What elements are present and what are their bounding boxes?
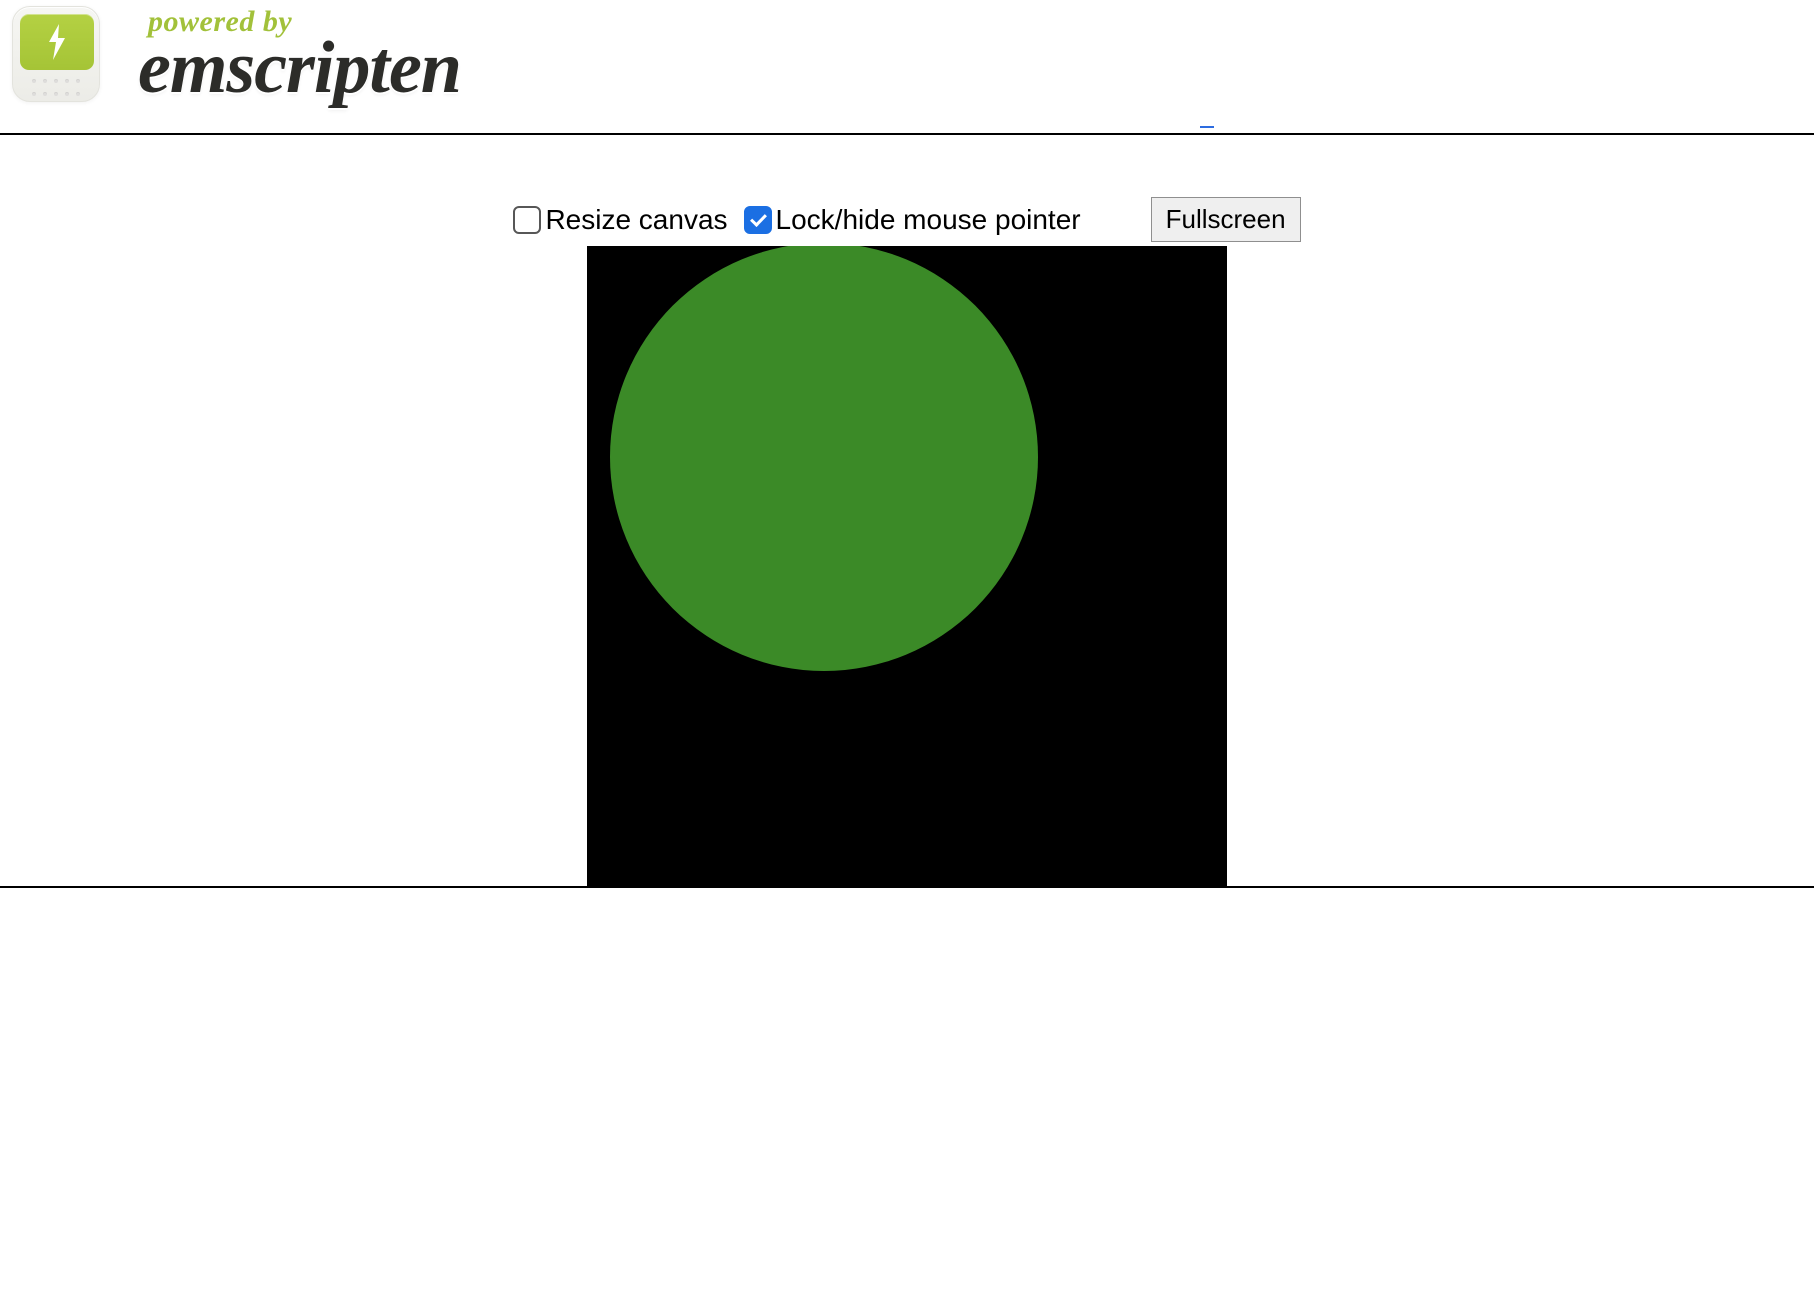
loading-indicator <box>0 115 1814 133</box>
resize-canvas-checkbox[interactable] <box>513 206 541 234</box>
controls-row: Resize canvas Lock/hide mouse pointer Fu… <box>0 197 1814 242</box>
fullscreen-button[interactable]: Fullscreen <box>1151 197 1301 242</box>
emscripten-logo-icon <box>12 6 102 104</box>
header: powered by emscripten <box>0 0 1814 115</box>
logo-wrap: powered by emscripten <box>12 5 461 105</box>
render-canvas[interactable] <box>587 246 1227 886</box>
green-ball <box>610 246 1038 671</box>
separator-top <box>0 133 1814 135</box>
bolt-icon <box>45 24 69 60</box>
wordmark: powered by emscripten <box>138 5 461 105</box>
lock-pointer-label: Lock/hide mouse pointer <box>776 204 1081 236</box>
lock-pointer-checkbox[interactable] <box>744 206 772 234</box>
brand-text: emscripten <box>138 31 461 105</box>
lock-pointer-control[interactable]: Lock/hide mouse pointer <box>744 204 1081 236</box>
canvas-wrap <box>0 246 1814 886</box>
separator-bottom <box>0 886 1814 888</box>
resize-canvas-label: Resize canvas <box>545 204 727 236</box>
resize-canvas-control[interactable]: Resize canvas <box>513 204 727 236</box>
